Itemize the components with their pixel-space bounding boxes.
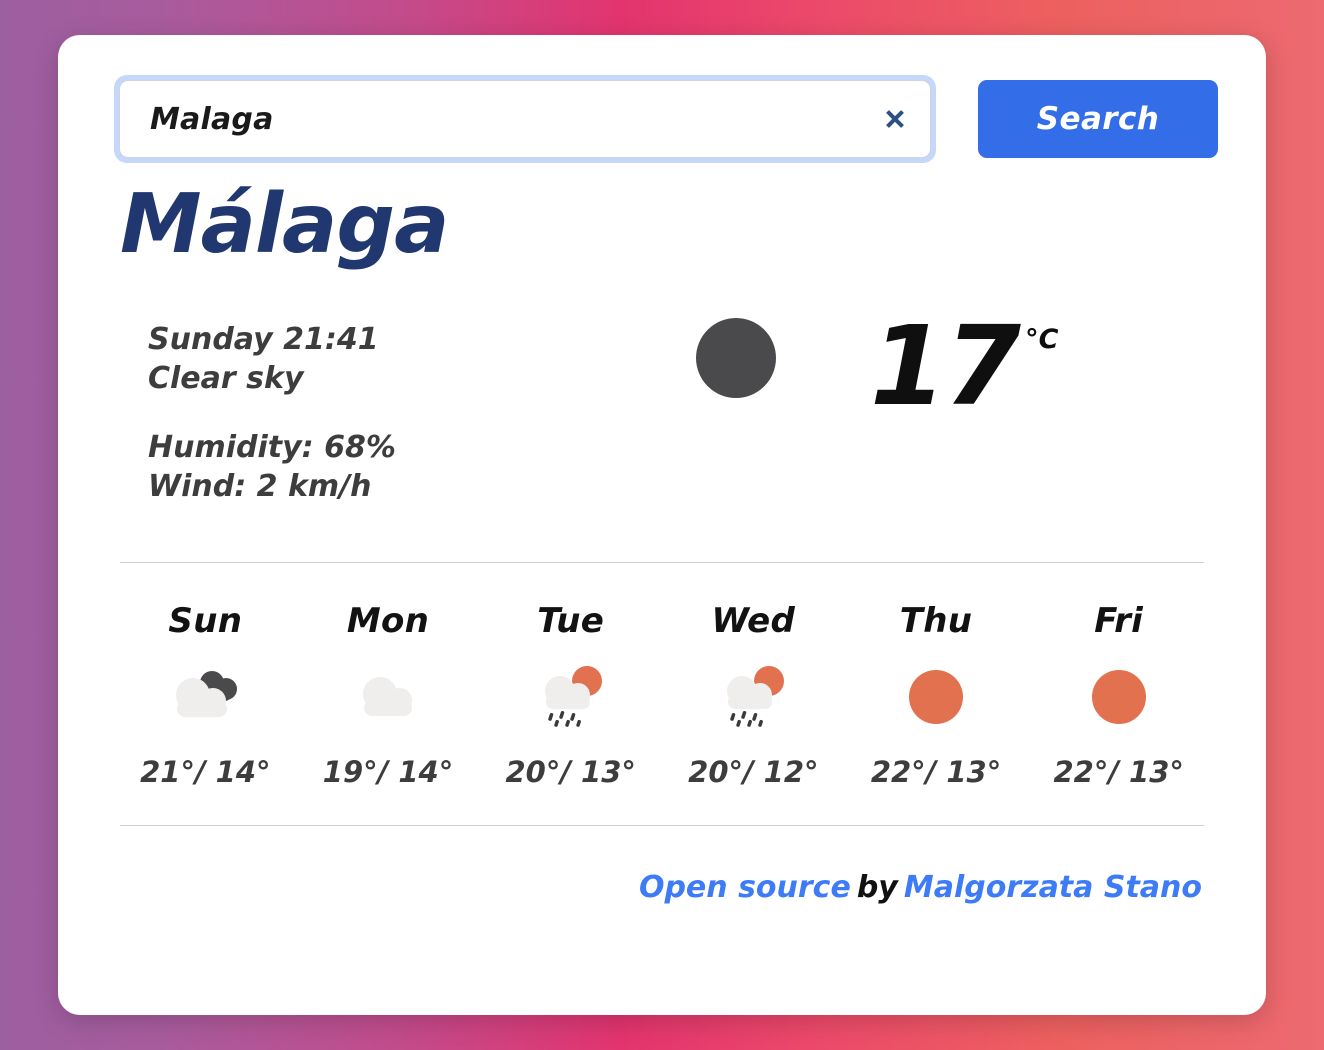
search-row: Search [114,75,1218,167]
current-wind: Wind: 2 km/h [148,468,372,504]
current-description: Clear sky [148,360,304,396]
current-temperature-block: 17 °C [694,301,1210,430]
search-input-wrapper [114,75,936,163]
current-humidity: Humidity: 68% [148,429,396,465]
cloud-icon [346,661,430,733]
forecast-row: Sun 21°/ 14° Mon 19°/ 14° Tue 20°/ 13° W… [114,563,1210,789]
forecast-day: Fri 22°/ 13° [1027,601,1210,789]
forecast-day-label: Fri [1094,600,1144,641]
current-details: Sunday 21:41 Clear sky Humidity: 68% Win… [114,312,694,506]
forecast-day-label: Wed [711,600,796,641]
search-button[interactable]: Search [978,80,1218,158]
forecast-day-label: Mon [346,600,430,641]
forecast-day-temps: 21°/ 14° [140,754,271,789]
weather-card: Search Málaga Sunday 21:41 Clear sky Hum… [58,35,1266,1015]
moon-clear-icon [694,316,778,400]
forecast-day: Tue 20°/ 13° [479,601,662,789]
forecast-day: Wed 20°/ 12° [662,601,845,789]
author-link[interactable]: Malgorzata Stano [904,870,1202,905]
footer-by-text: by [856,869,898,905]
forecast-day-label: Thu [899,600,973,641]
sun-icon [894,661,978,733]
clouds-icon [163,661,247,733]
forecast-day-temps: 20°/ 13° [505,754,636,789]
forecast-day-label: Tue [537,600,605,641]
footer: Open source by Malgorzata Stano [114,870,1210,905]
divider-bottom [120,824,1204,826]
forecast-day: Sun 21°/ 14° [114,601,297,789]
close-icon[interactable] [882,106,908,132]
sun-rain-icon [711,661,795,733]
forecast-day-label: Sun [168,600,243,641]
temperature-readout: 17 °C [870,301,1059,430]
page-title: Málaga [120,177,449,272]
temperature-value: 17 [870,301,1021,430]
forecast-day-temps: 20°/ 12° [688,754,819,789]
forecast-day-temps: 19°/ 14° [322,754,454,789]
forecast-day: Thu 22°/ 13° [845,601,1028,789]
forecast-day: Mon 19°/ 14° [297,601,480,789]
forecast-day-temps: 22°/ 13° [870,754,1002,789]
open-source-link[interactable]: Open source [639,870,851,905]
forecast-day-temps: 22°/ 13° [1053,754,1184,789]
current-datetime: Sunday 21:41 [148,321,379,357]
search-field[interactable] [119,80,931,158]
search-input[interactable] [150,101,872,137]
current-conditions: Sunday 21:41 Clear sky Humidity: 68% Win… [114,301,1210,506]
temperature-unit: °C [1025,323,1059,355]
sun-icon [1077,661,1161,733]
sun-rain-icon [529,661,613,733]
